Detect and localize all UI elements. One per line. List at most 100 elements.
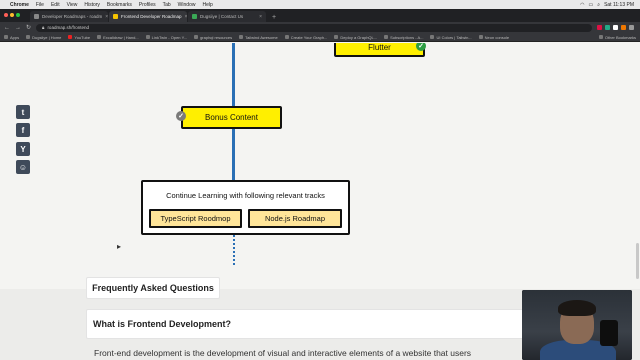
facebook-icon[interactable]: f xyxy=(16,123,30,137)
maximize-window-button[interactable] xyxy=(16,13,20,17)
hackernews-icon[interactable]: Y xyxy=(16,142,30,156)
menu-history[interactable]: History xyxy=(84,2,100,8)
window-controls xyxy=(4,13,20,17)
bookmark-item[interactable]: Deploy a GraphQL... xyxy=(334,35,377,40)
reload-icon[interactable]: ↻ xyxy=(26,24,31,31)
minimize-window-button[interactable] xyxy=(10,13,14,17)
apps-icon xyxy=(4,35,8,39)
page-viewport[interactable]: t f Y ☺ Flutter ✓ Bonus Content ✓ Contin… xyxy=(0,43,640,360)
roadmap-node-flutter[interactable]: Flutter xyxy=(334,43,425,57)
bookmark-favicon-icon xyxy=(284,35,289,39)
menu-bookmarks[interactable]: Bookmarks xyxy=(107,2,132,8)
clock[interactable]: Sat 11:13 PM xyxy=(604,2,634,8)
close-window-button[interactable] xyxy=(4,13,8,17)
faq-heading: Frequently Asked Questions xyxy=(86,277,220,299)
faq-question-card[interactable]: What is Frontend Development? xyxy=(86,309,546,339)
status-area: ◠ ▭ ⌕ Sat 11:13 PM xyxy=(580,2,640,8)
bookmark-item[interactable]: UI Colors | Tailwin... xyxy=(430,35,472,40)
webcam-overlay xyxy=(522,290,632,360)
webcam-person-hair xyxy=(558,300,596,316)
continue-learning-box: Continue Learning with following relevan… xyxy=(141,180,350,235)
other-bookmarks[interactable]: Other Bookmarks xyxy=(598,35,640,40)
extension-icon[interactable] xyxy=(597,25,602,30)
bookmark-item[interactable]: LinkTwin - Open Y... xyxy=(145,35,187,40)
tab-strip: Developer Roadmaps - roadm × Frontend De… xyxy=(0,9,640,22)
tab-dugsiiye-contact[interactable]: Dugsiiye | Contact Us × xyxy=(188,11,266,22)
faq-answer: Front-end development is the development… xyxy=(94,348,472,358)
menu-file[interactable]: File xyxy=(36,2,44,8)
wifi-icon[interactable]: ◠ xyxy=(580,2,584,8)
scrollbar-thumb[interactable] xyxy=(636,243,639,279)
forward-icon[interactable]: → xyxy=(15,25,21,31)
menu-app-chrome[interactable]: Chrome xyxy=(10,2,29,8)
search-icon[interactable]: ⌕ xyxy=(597,2,600,8)
tab-title: Developer Roadmaps - roadm xyxy=(42,14,103,19)
roadmap-node-bonus-content[interactable]: Bonus Content xyxy=(181,106,282,129)
bookmark-item[interactable]: graphql resources xyxy=(194,35,232,40)
bookmark-favicon-icon xyxy=(97,35,102,39)
node-label: Bonus Content xyxy=(205,113,258,122)
bookmark-item[interactable]: Dugsiiye | Home xyxy=(26,35,61,40)
pending-check-icon: ✓ xyxy=(176,111,186,121)
macos-menu-bar: Chrome File Edit View History Bookmarks … xyxy=(0,0,640,9)
menu-profiles[interactable]: Profiles xyxy=(139,2,156,8)
favicon-icon xyxy=(113,14,118,19)
tab-title: Frontend Developer Roadmap xyxy=(121,14,182,19)
roadmap-dotted-connector xyxy=(233,235,235,265)
roadmap-connector-line xyxy=(232,127,235,181)
bookmark-item[interactable]: Tailwind Awesome xyxy=(239,35,278,40)
bookmark-item[interactable]: Apps xyxy=(4,35,19,40)
continue-learning-title: Continue Learning with following relevan… xyxy=(166,191,325,200)
bookmark-favicon-icon xyxy=(145,35,150,39)
microphone-icon xyxy=(600,320,618,346)
profile-avatar[interactable] xyxy=(629,25,634,30)
menu-view[interactable]: View xyxy=(67,2,78,8)
favicon-icon xyxy=(192,14,197,19)
bookmark-item[interactable]: YouTube xyxy=(68,35,90,40)
folder-icon xyxy=(239,35,244,39)
track-button-typescript[interactable]: TypeScript Roodmop xyxy=(149,209,242,228)
bookmark-item[interactable]: Subscriptions - A... xyxy=(384,35,423,40)
bookmark-item[interactable]: Excalidraw | Hand... xyxy=(97,35,139,40)
youtube-icon xyxy=(68,35,73,39)
extension-icon[interactable] xyxy=(605,25,610,30)
address-url: roadmap.sh/frontend xyxy=(47,25,89,30)
menu-tab[interactable]: Tab xyxy=(163,2,171,8)
bookmark-favicon-icon xyxy=(430,35,435,39)
toolbar: ← → ↻ 🔒︎ roadmap.sh/frontend xyxy=(0,22,640,33)
new-tab-button[interactable]: + xyxy=(267,14,281,22)
favicon-icon xyxy=(34,14,39,19)
bookmark-favicon-icon xyxy=(478,35,483,39)
bookmarks-bar: Apps Dugsiiye | Home YouTube Excalidraw … xyxy=(0,33,640,42)
folder-icon xyxy=(598,35,603,39)
bookmark-item[interactable]: Create Your Graph... xyxy=(284,35,327,40)
tab-title: Dugsiiye | Contact Us xyxy=(200,14,244,19)
bookmark-favicon-icon xyxy=(334,35,339,39)
menu-help[interactable]: Help xyxy=(202,2,212,8)
close-tab-icon[interactable]: × xyxy=(185,14,187,20)
bookmark-favicon-icon xyxy=(384,35,389,39)
close-tab-icon[interactable]: × xyxy=(105,14,108,20)
extension-icon[interactable] xyxy=(613,25,618,30)
extensions-area xyxy=(597,25,640,30)
extension-icon[interactable] xyxy=(621,25,626,30)
track-button-nodejs[interactable]: Node.js Roadmap xyxy=(248,209,342,228)
folder-icon xyxy=(194,35,199,39)
tab-frontend-roadmap[interactable]: Frontend Developer Roadmap × xyxy=(109,11,187,22)
reddit-icon[interactable]: ☺ xyxy=(16,160,30,174)
menu-window[interactable]: Window xyxy=(178,2,196,8)
address-bar[interactable]: 🔒︎ roadmap.sh/frontend xyxy=(36,23,592,32)
node-label: Flutter xyxy=(368,43,391,52)
bookmark-item[interactable]: Neon console xyxy=(478,35,509,40)
bookmark-favicon-icon xyxy=(26,35,31,39)
tab-developer-roadmaps[interactable]: Developer Roadmaps - roadm × xyxy=(30,11,108,22)
mouse-cursor-icon: ▸ xyxy=(117,242,122,251)
faq-question: What is Frontend Development? xyxy=(93,319,232,329)
twitter-icon[interactable]: t xyxy=(16,105,30,119)
back-icon[interactable]: ← xyxy=(4,25,10,31)
battery-icon[interactable]: ▭ xyxy=(589,2,594,8)
menu-edit[interactable]: Edit xyxy=(51,2,60,8)
lock-icon: 🔒︎ xyxy=(42,25,45,30)
close-tab-icon[interactable]: × xyxy=(259,14,262,20)
roadmap-connector-line xyxy=(232,43,235,106)
